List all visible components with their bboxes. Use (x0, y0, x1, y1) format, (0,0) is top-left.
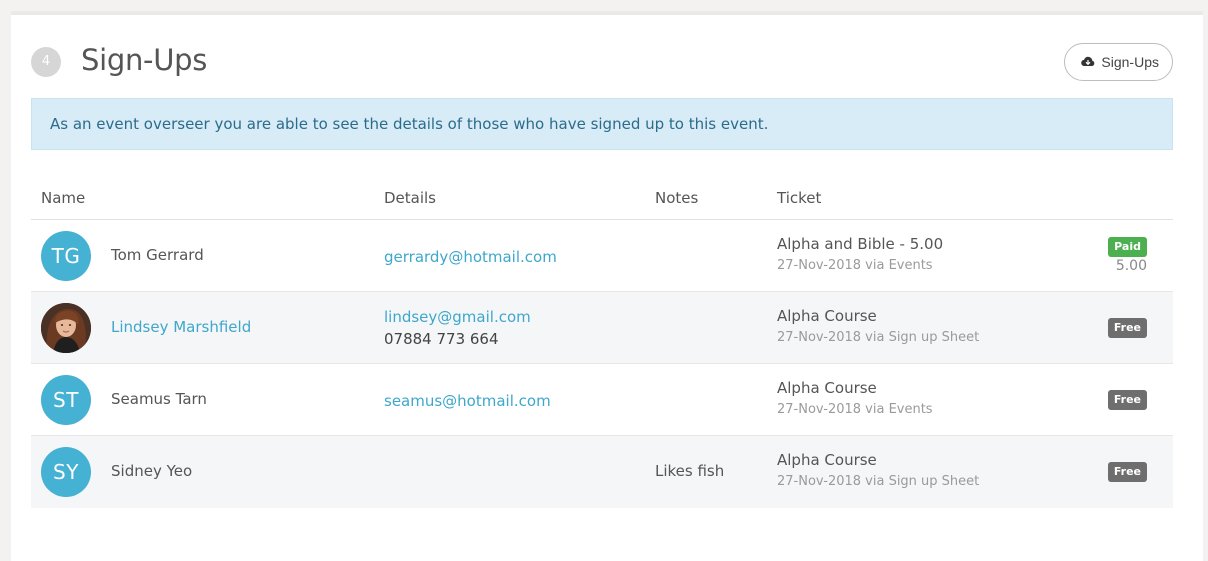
avatar: TG (41, 231, 91, 281)
contact-details: gerrardy@hotmail.com (384, 246, 557, 268)
contact-details: seamus@hotmail.com (384, 390, 551, 412)
column-header-ticket: Ticket (777, 189, 822, 207)
export-signups-button[interactable]: Sign-Ups (1064, 43, 1173, 81)
ticket-meta: 27-Nov-2018 via Sign up Sheet (777, 330, 980, 345)
table-row[interactable]: Lindsey Marshfield lindsey@gmail.com 078… (31, 292, 1173, 364)
status-badge: Free (1107, 390, 1147, 410)
ticket-name: Alpha Course (777, 379, 877, 397)
status-badge: Free (1107, 318, 1147, 338)
section-header: 4 Sign-Ups Sign-Ups (31, 30, 1173, 86)
avatar: ST (41, 375, 91, 425)
column-header-name: Name (41, 189, 86, 207)
avatar (41, 303, 91, 353)
email-link[interactable]: lindsey@gmail.com (384, 306, 531, 328)
ticket-info: Alpha and Bible - 5.00 27-Nov-2018 via E… (777, 233, 943, 277)
ticket-meta: 27-Nov-2018 via Events (777, 402, 933, 417)
email-link[interactable]: seamus@hotmail.com (384, 390, 551, 412)
ticket-meta: 27-Nov-2018 via Events (777, 258, 933, 273)
attendee-name-link[interactable]: Lindsey Marshfield (111, 318, 251, 336)
table-row[interactable]: ST Seamus Tarn seamus@hotmail.com Alpha … (31, 364, 1173, 436)
table-row[interactable]: SY Sidney Yeo Likes fish Alpha Course 27… (31, 436, 1173, 508)
step-number-badge: 4 (31, 47, 61, 77)
attendee-name: Tom Gerrard (111, 246, 204, 264)
attendee-name: Sidney Yeo (111, 462, 193, 480)
section-title: Sign-Ups (81, 43, 208, 77)
column-header-notes: Notes (655, 189, 699, 207)
ticket-info: Alpha Course 27-Nov-2018 via Events (777, 377, 933, 421)
status-badge: Paid (1108, 237, 1147, 257)
email-link[interactable]: gerrardy@hotmail.com (384, 246, 557, 268)
paid-amount: 5.00 (1115, 258, 1147, 274)
table-row[interactable]: TG Tom Gerrard gerrardy@hotmail.com Alph… (31, 220, 1173, 292)
attendee-notes: Likes fish (655, 462, 725, 480)
export-signups-label: Sign-Ups (1101, 54, 1159, 70)
status-badge: Free (1107, 462, 1147, 482)
ticket-info: Alpha Course 27-Nov-2018 via Sign up She… (777, 305, 979, 349)
contact-details: lindsey@gmail.com 07884 773 664 (384, 306, 531, 350)
ticket-name: Alpha and Bible - 5.00 (777, 235, 944, 253)
table-header: Name Details Notes Ticket (31, 180, 1173, 220)
overseer-info-alert: As an event overseer you are able to see… (31, 98, 1173, 150)
ticket-name: Alpha Course (777, 451, 877, 469)
ticket-meta: 27-Nov-2018 via Sign up Sheet (777, 474, 980, 489)
column-header-details: Details (384, 189, 437, 207)
attendee-name: Seamus Tarn (111, 390, 207, 408)
ticket-name: Alpha Course (777, 307, 877, 325)
avatar: SY (41, 447, 91, 497)
signups-table: Name Details Notes Ticket TG Tom Gerrard… (31, 180, 1173, 508)
cloud-download-icon (1081, 55, 1095, 69)
ticket-info: Alpha Course 27-Nov-2018 via Sign up She… (777, 449, 979, 493)
phone-number: 07884 773 664 (384, 330, 499, 348)
